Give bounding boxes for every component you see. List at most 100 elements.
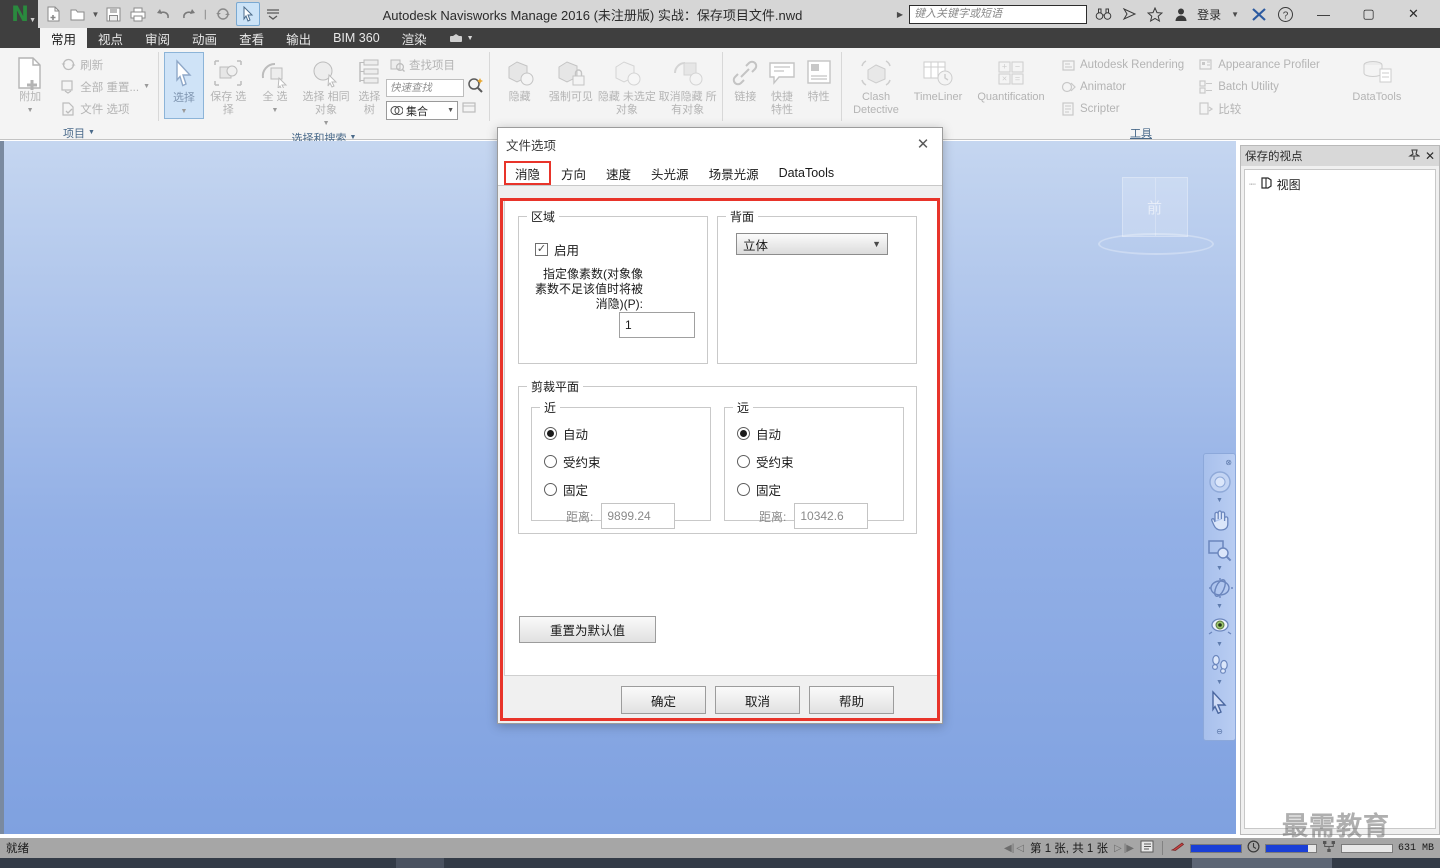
tab-orientation[interactable]: 方向 bbox=[551, 161, 596, 185]
list-item[interactable]: ┈ 视图 bbox=[1249, 176, 1431, 193]
tab-viewpoint[interactable]: 视点 bbox=[87, 28, 134, 48]
search-binoculars-icon[interactable] bbox=[1093, 4, 1113, 24]
far-constrained-radio[interactable] bbox=[737, 455, 750, 468]
chevron-down-icon[interactable]: ▼ bbox=[180, 105, 187, 118]
sign-in-label[interactable]: 登录 bbox=[1197, 6, 1221, 23]
zoom-window-icon[interactable] bbox=[1206, 535, 1234, 565]
application-menu-button[interactable]: N ▼ bbox=[0, 0, 38, 28]
select-same-button[interactable]: 选择 相同对象 ▼ bbox=[299, 52, 352, 130]
steering-wheel-icon[interactable] bbox=[1206, 467, 1234, 497]
area-enable-checkbox[interactable]: ✓ bbox=[535, 243, 548, 256]
force-visible-button[interactable]: 强制可见 bbox=[546, 52, 595, 104]
unhide-all-button[interactable]: 取消隐藏 所有对象 bbox=[658, 52, 717, 117]
autodesk-rendering-button[interactable]: Autodesk Rendering bbox=[1057, 54, 1187, 75]
save-selection-button[interactable]: 保存 选择 bbox=[206, 52, 251, 117]
close-button[interactable]: ✕ bbox=[1391, 0, 1436, 28]
panel-title-project[interactable]: 项目 ▼ bbox=[0, 125, 158, 140]
hide-button[interactable]: 隐藏 bbox=[495, 52, 544, 104]
taskbar-item-b[interactable] bbox=[1192, 858, 1332, 868]
print-button[interactable] bbox=[126, 2, 150, 26]
quick-find-input[interactable]: 快速查找 bbox=[386, 78, 464, 97]
new-file-button[interactable] bbox=[41, 2, 65, 26]
pin-icon[interactable] bbox=[1408, 148, 1421, 164]
near-fixed-radio-row[interactable]: 固定 bbox=[544, 480, 675, 499]
dialog-close-button[interactable]: ✕ bbox=[912, 135, 934, 153]
sets-dropdown[interactable]: 集合 ▼ bbox=[386, 101, 458, 120]
hide-unselected-button[interactable]: 隐藏 未选定对象 bbox=[598, 52, 657, 117]
chevron-down-icon[interactable]: ▼ bbox=[323, 117, 330, 130]
far-distance-input[interactable]: 10342.6 bbox=[794, 503, 869, 529]
batch-utility-button[interactable]: Batch Utility bbox=[1195, 76, 1323, 97]
exchange-apps-icon[interactable] bbox=[1249, 4, 1269, 24]
reset-defaults-button[interactable]: 重置为默认值 bbox=[519, 616, 656, 643]
quick-find-search-icon[interactable] bbox=[467, 77, 484, 98]
tab-speed[interactable]: 速度 bbox=[596, 161, 641, 185]
save-file-button[interactable] bbox=[101, 2, 125, 26]
pan-hand-icon[interactable] bbox=[1206, 505, 1234, 535]
timeliner-button[interactable]: TimeLiner bbox=[907, 52, 969, 104]
next-sheet-button[interactable]: ▷ bbox=[1114, 843, 1122, 854]
infocenter-expand-caret[interactable]: ▶ bbox=[897, 10, 903, 19]
far-constrained-radio-row[interactable]: 受约束 bbox=[737, 452, 868, 471]
view-cube[interactable]: 前 bbox=[1122, 177, 1188, 237]
tab-workspace-overflow[interactable]: ▼ bbox=[438, 28, 485, 48]
tab-culling[interactable]: 消隐 bbox=[504, 161, 552, 185]
near-distance-input[interactable]: 9899.24 bbox=[601, 503, 676, 529]
area-enable-checkbox-row[interactable]: ✓ 启用 bbox=[535, 240, 579, 259]
select-tool-button[interactable] bbox=[236, 2, 260, 26]
minimize-button[interactable]: — bbox=[1301, 0, 1346, 28]
close-icon[interactable]: ✕ bbox=[1425, 149, 1435, 163]
far-auto-radio[interactable] bbox=[737, 427, 750, 440]
chevron-down-icon[interactable]: ▼ bbox=[27, 104, 34, 117]
refresh-button[interactable]: 刷新 bbox=[57, 54, 153, 75]
maximize-button[interactable]: ▢ bbox=[1346, 0, 1391, 28]
chevron-down-icon[interactable]: ▼ bbox=[1216, 603, 1223, 611]
favorites-star-icon[interactable] bbox=[1145, 4, 1165, 24]
tab-output[interactable]: 输出 bbox=[275, 28, 322, 48]
taskbar-item-a[interactable] bbox=[396, 858, 444, 868]
redo-button[interactable] bbox=[176, 2, 200, 26]
prev-sheet-button[interactable]: ◁ bbox=[1016, 843, 1024, 854]
properties-button[interactable]: 特性 bbox=[801, 52, 836, 104]
quick-properties-button[interactable]: 快捷 特性 bbox=[765, 52, 800, 117]
chevron-down-icon[interactable]: ▼ bbox=[1216, 497, 1223, 505]
datatools-button[interactable]: DataTools bbox=[1346, 52, 1408, 104]
qat-customize-button[interactable] bbox=[261, 2, 285, 26]
help-icon[interactable]: ? bbox=[1275, 4, 1295, 24]
account-dropdown-caret[interactable]: ▼ bbox=[1231, 10, 1239, 19]
ok-button[interactable]: 确定 bbox=[621, 686, 706, 714]
chevron-down-icon[interactable]: ▼ bbox=[143, 83, 150, 90]
attach-button[interactable]: 附加 ▼ bbox=[5, 52, 55, 117]
sheet-browser-icon[interactable] bbox=[1140, 840, 1154, 856]
area-pixel-input[interactable]: 1 bbox=[619, 312, 695, 338]
tab-animation[interactable]: 动画 bbox=[181, 28, 228, 48]
clash-detective-button[interactable]: Clash Detective bbox=[847, 52, 905, 117]
reset-all-button[interactable]: 全部 重置... ▼ bbox=[57, 76, 153, 97]
open-file-button[interactable] bbox=[66, 2, 90, 26]
tab-bim360[interactable]: BIM 360 bbox=[322, 28, 391, 48]
last-sheet-button[interactable]: |▶ bbox=[1124, 843, 1134, 854]
saved-viewpoints-tree[interactable]: ┈ 视图 bbox=[1244, 169, 1436, 829]
help-button[interactable]: 帮助 bbox=[809, 686, 894, 714]
undo-button[interactable] bbox=[151, 2, 175, 26]
far-fixed-radio-row[interactable]: 固定 bbox=[737, 480, 868, 499]
near-fixed-radio[interactable] bbox=[544, 483, 557, 496]
near-constrained-radio-row[interactable]: 受约束 bbox=[544, 452, 675, 471]
tab-render[interactable]: 渲染 bbox=[391, 28, 438, 48]
near-auto-radio[interactable] bbox=[544, 427, 557, 440]
open-dropdown-caret[interactable]: ▼ bbox=[91, 10, 100, 19]
near-constrained-radio[interactable] bbox=[544, 455, 557, 468]
tab-scene-lights[interactable]: 场景光源 bbox=[699, 161, 769, 185]
quantification-button[interactable]: + − × = Quantification bbox=[971, 52, 1051, 104]
select-all-button[interactable]: 全 选 ▼ bbox=[253, 52, 298, 117]
minimize-navbar-icon[interactable]: ⊖ bbox=[1216, 727, 1223, 736]
close-icon[interactable]: ⊗ bbox=[1225, 458, 1232, 467]
refresh-button[interactable] bbox=[211, 2, 235, 26]
tab-review[interactable]: 审阅 bbox=[134, 28, 181, 48]
subscription-center-icon[interactable] bbox=[1119, 4, 1139, 24]
appearance-profiler-button[interactable]: Appearance Profiler bbox=[1195, 54, 1323, 75]
chevron-down-icon[interactable]: ▼ bbox=[1216, 641, 1223, 649]
tab-datatools[interactable]: DataTools bbox=[769, 161, 845, 185]
orbit-icon[interactable] bbox=[1206, 573, 1234, 603]
compare-button[interactable]: 比较 bbox=[1195, 98, 1323, 119]
